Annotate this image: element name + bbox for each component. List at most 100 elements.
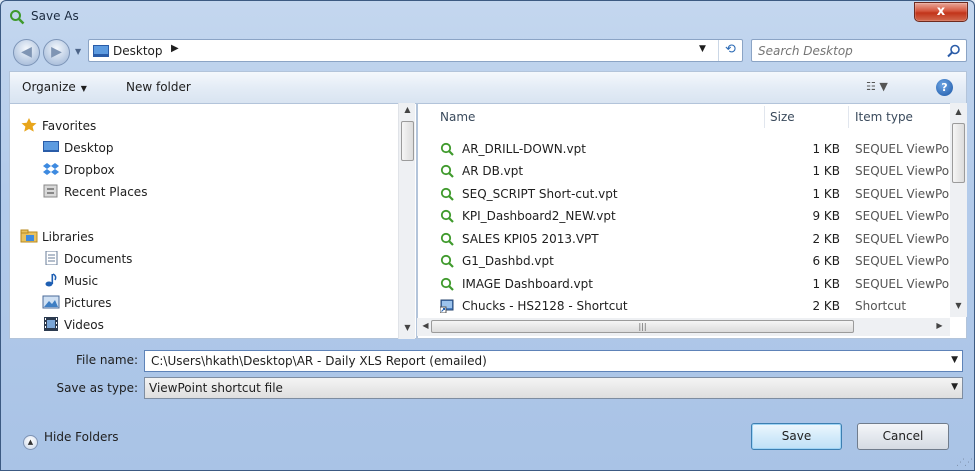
column-divider[interactable] (848, 106, 849, 128)
viewpoint-icon (440, 164, 454, 178)
file-row[interactable]: G1_Dashbd.vpt 6 KB SEQUEL ViewPoir (418, 250, 966, 272)
navigation-pane: Favorites Desktop Dropbox Recent Places … (9, 103, 417, 339)
file-size: 1 KB (812, 277, 840, 291)
change-view-button[interactable]: ☷ ▼ (866, 80, 906, 93)
column-divider[interactable] (764, 106, 765, 128)
organize-button[interactable]: Organize ▼ (22, 80, 87, 94)
scroll-down-icon[interactable]: ▼ (950, 301, 967, 310)
back-button[interactable]: ◀ (13, 39, 40, 66)
organize-label: Organize (22, 80, 76, 94)
address-bar[interactable]: Desktop ▶ ▼ ⟲ (88, 39, 743, 62)
file-row[interactable]: AR DB.vpt 1 KB SEQUEL ViewPoir (418, 160, 966, 182)
file-list-vertical-scrollbar[interactable]: ▲ ▼ (950, 103, 967, 317)
star-icon (21, 118, 37, 132)
save-as-type-select[interactable]: ViewPoint shortcut file ▼ (144, 377, 963, 399)
viewpoint-icon (440, 254, 454, 268)
hide-folders-label: Hide Folders (44, 430, 119, 444)
sidebar-item-desktop[interactable]: Desktop (42, 138, 114, 158)
column-header-type[interactable]: Item type (855, 104, 913, 130)
file-type: SEQUEL ViewPoir (855, 209, 958, 223)
chevron-down-icon[interactable]: ▼ (951, 355, 958, 365)
search-icon[interactable] (947, 44, 961, 58)
file-row[interactable]: AR_DRILL-DOWN.vpt 1 KB SEQUEL ViewPoir (418, 138, 966, 160)
file-name-input[interactable] (149, 353, 939, 369)
cancel-button[interactable]: Cancel (857, 423, 949, 450)
file-row[interactable]: IMAGE Dashboard.vpt 1 KB SEQUEL ViewPoir (418, 273, 966, 295)
viewpoint-icon (440, 209, 454, 223)
sidebar-label: Favorites (42, 119, 97, 133)
sidebar-item-documents[interactable]: Documents (42, 249, 132, 269)
file-row[interactable]: SEQ_SCRIPT Short-cut.vpt 1 KB SEQUEL Vie… (418, 183, 966, 205)
pictures-icon (42, 295, 60, 309)
file-type: SEQUEL ViewPoir (855, 277, 958, 291)
scroll-right-icon[interactable]: ▶ (931, 321, 948, 330)
save-button[interactable]: Save (751, 423, 842, 450)
file-name: G1_Dashbd.vpt (462, 254, 554, 268)
scrollbar-thumb[interactable] (401, 121, 414, 161)
sidebar-item-pictures[interactable]: Pictures (42, 293, 112, 313)
file-name: SALES KPI05 2013.VPT (462, 232, 599, 246)
address-location[interactable]: Desktop (113, 44, 163, 58)
file-list: Name Size Item type AR_DRILL-DOWN.vpt 1 … (417, 103, 967, 339)
forward-button[interactable]: ▶ (43, 39, 70, 66)
file-size: 1 KB (812, 142, 840, 156)
search-input[interactable] (756, 42, 941, 59)
close-button[interactable]: x (914, 2, 968, 22)
resize-grip-icon[interactable]: ⋰⋰ (956, 458, 973, 468)
recent-locations-dropdown[interactable]: ▼ (75, 47, 81, 56)
sidebar-item-dropbox[interactable]: Dropbox (42, 160, 115, 180)
refresh-button[interactable]: ⟲ (718, 40, 742, 61)
scrollbar-thumb[interactable]: ||| (431, 320, 854, 333)
file-name: IMAGE Dashboard.vpt (462, 277, 593, 291)
column-header-name[interactable]: Name (440, 104, 475, 130)
sidebar-group-favorites[interactable]: Favorites (20, 116, 96, 136)
save-as-type-label: Save as type: (56, 381, 138, 395)
sidebar-label: Desktop (64, 141, 114, 155)
file-size: 2 KB (812, 232, 840, 246)
sidebar-label: Documents (64, 252, 133, 266)
file-name: AR_DRILL-DOWN.vpt (462, 142, 586, 156)
sidebar-group-libraries[interactable]: Libraries (20, 227, 94, 247)
scroll-up-icon[interactable]: ▲ (950, 107, 967, 116)
window-title: Save As (31, 9, 79, 23)
scrollbar-thumb[interactable] (952, 123, 965, 183)
file-name-label: File name: (76, 353, 138, 367)
file-size: 6 KB (812, 254, 840, 268)
search-box[interactable] (751, 39, 967, 62)
desktop-icon (43, 141, 59, 152)
file-type: SEQUEL ViewPoir (855, 164, 958, 178)
file-type: Shortcut (855, 299, 907, 313)
sidebar-item-recent-places[interactable]: Recent Places (42, 182, 147, 202)
file-type: SEQUEL ViewPoir (855, 232, 958, 246)
navigation-pane-scrollbar[interactable]: ▲ ▼ (398, 103, 415, 339)
videos-icon (44, 317, 58, 331)
address-dropdown-icon[interactable]: ▼ (699, 44, 706, 54)
file-row[interactable]: SALES KPI05 2013.VPT 2 KB SEQUEL ViewPoi… (418, 228, 966, 250)
sidebar-item-music[interactable]: Music (42, 271, 98, 291)
scroll-down-icon[interactable]: ▼ (399, 323, 416, 332)
column-header-size[interactable]: Size (770, 104, 795, 130)
new-folder-button[interactable]: New folder (126, 80, 191, 94)
file-name: SEQ_SCRIPT Short-cut.vpt (462, 187, 618, 201)
file-row[interactable]: KPI_Dashboard2_NEW.vpt 9 KB SEQUEL ViewP… (418, 205, 966, 227)
command-toolbar: Organize ▼ New folder ☷ ▼ ? (9, 71, 967, 103)
chevron-down-icon[interactable]: ▼ (951, 382, 958, 392)
file-name-combobox[interactable]: ▼ (144, 350, 963, 372)
sidebar-item-videos[interactable]: Videos (42, 315, 104, 335)
viewpoint-icon (440, 142, 454, 156)
file-name: Chucks - HS2128 - Shortcut (462, 299, 628, 313)
hide-folders-button[interactable]: ▲ Hide Folders (23, 430, 119, 450)
sidebar-label: Dropbox (64, 163, 115, 177)
shortcut-icon (440, 299, 454, 313)
file-type: SEQUEL ViewPoir (855, 187, 958, 201)
file-row[interactable]: Chucks - HS2128 - Shortcut 2 KB Shortcut (418, 295, 966, 317)
file-list-horizontal-scrollbar[interactable]: ◀ ||| ▶ (417, 318, 950, 336)
viewpoint-app-icon (10, 10, 25, 25)
viewpoint-icon (440, 187, 454, 201)
breadcrumb-chevron-icon[interactable]: ▶ (171, 43, 179, 54)
help-icon[interactable]: ? (936, 79, 953, 96)
save-as-dialog: Save As x ◀ ▶ ▼ Desktop ▶ ▼ ⟲ Organize ▼ … (0, 0, 975, 471)
file-type: SEQUEL ViewPoir (855, 254, 958, 268)
scroll-up-icon[interactable]: ▲ (399, 105, 416, 114)
file-size: 1 KB (812, 164, 840, 178)
